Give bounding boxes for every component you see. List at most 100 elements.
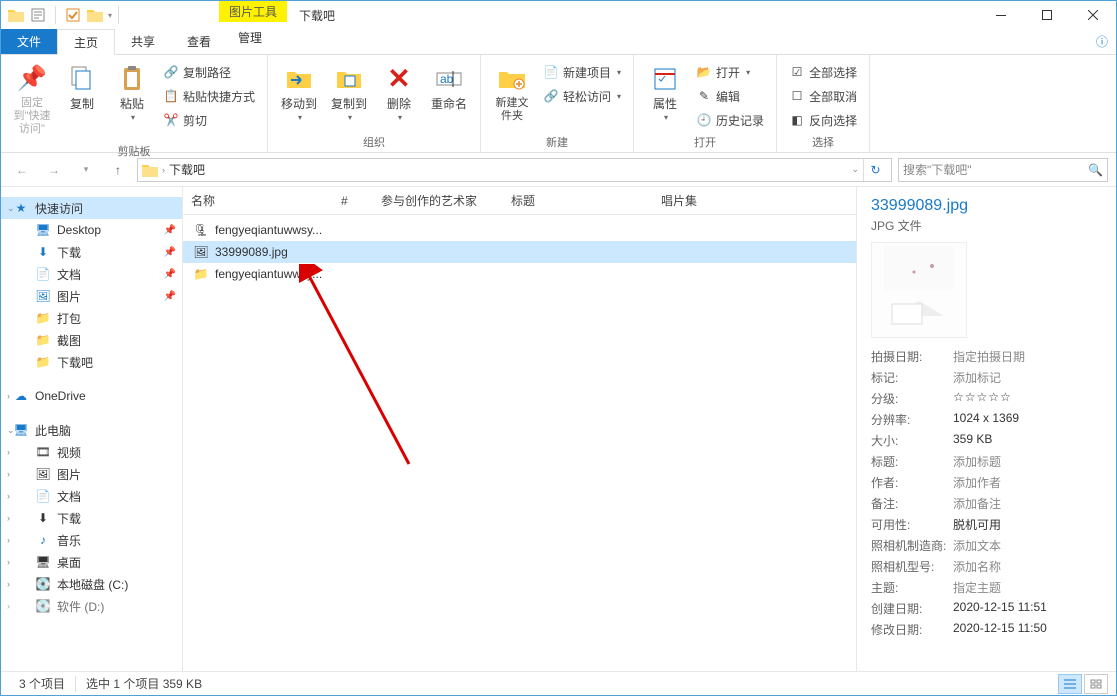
nav-up-button[interactable]: ↑ <box>105 157 131 183</box>
refresh-button[interactable]: ↻ <box>863 159 887 181</box>
tab-file[interactable]: 文件 <box>1 29 57 54</box>
property-value[interactable]: 指定拍摄日期 <box>953 348 1025 365</box>
col-title[interactable]: 标题 <box>503 187 653 214</box>
nav-soft-d[interactable]: ›💽软件 (D:) <box>1 595 182 617</box>
property-value[interactable]: 添加备注 <box>953 495 1001 512</box>
nav-music[interactable]: ›♪音乐 <box>1 529 182 551</box>
new-folder-button[interactable]: 新建文件夹 <box>489 59 535 127</box>
nav-forward-button[interactable]: → <box>41 157 67 183</box>
desktop-icon: 🖥 <box>35 222 51 238</box>
tab-share[interactable]: 共享 <box>115 29 171 54</box>
delete-button[interactable]: ✕ 删除▾ <box>376 59 422 127</box>
address-history-dropdown[interactable]: ⌄ <box>851 164 859 175</box>
paste-shortcut-button[interactable]: 📋粘贴快捷方式 <box>159 85 259 107</box>
edit-button[interactable]: ✎编辑 <box>692 85 768 107</box>
maximize-button[interactable] <box>1024 1 1070 29</box>
music-icon: ♪ <box>35 532 51 548</box>
details-property-row: 标题:添加标题 <box>871 453 1102 470</box>
select-none-button[interactable]: ☐全部取消 <box>785 85 861 107</box>
nav-documents[interactable]: 📄文档📌 <box>1 263 182 285</box>
nav-pictures[interactable]: 🖼图片📌 <box>1 285 182 307</box>
nav-back-button[interactable]: ← <box>9 157 35 183</box>
nav-pictures2[interactable]: ›🖼图片 <box>1 463 182 485</box>
select-all-button[interactable]: ☑全部选择 <box>785 61 861 83</box>
breadcrumb-item[interactable]: 下载吧 <box>169 161 205 178</box>
ribbon-tabs: 文件 主页 共享 查看 管理 ⓘ <box>1 29 1116 55</box>
nav-xiazaiba[interactable]: 📁下载吧 <box>1 351 182 373</box>
nav-downloads[interactable]: ⬇下载📌 <box>1 241 182 263</box>
col-album[interactable]: 唱片集 <box>653 187 793 214</box>
col-artist[interactable]: 参与创作的艺术家 <box>373 187 503 214</box>
tab-home[interactable]: 主页 <box>57 29 115 55</box>
tab-manage[interactable]: 管理 <box>219 29 281 46</box>
nav-dabao[interactable]: 📁打包 <box>1 307 182 329</box>
nav-jietu[interactable]: 📁截图 <box>1 329 182 351</box>
onedrive-icon: ☁ <box>13 388 29 404</box>
view-large-icons-button[interactable] <box>1084 674 1108 694</box>
qat-new-folder[interactable] <box>86 6 104 24</box>
pin-quick-access-button[interactable]: 📌 固定到"快速访问" <box>9 59 55 141</box>
col-number[interactable]: # <box>333 187 373 214</box>
nav-documents2[interactable]: ›📄文档 <box>1 485 182 507</box>
nav-this-pc[interactable]: ⌄🖥此电脑 <box>1 419 182 441</box>
details-property-row: 分级:☆☆☆☆☆ <box>871 390 1102 407</box>
nav-downloads2[interactable]: ›⬇下载 <box>1 507 182 529</box>
easy-access-button[interactable]: 🔗轻松访问▾ <box>539 85 625 107</box>
view-details-button[interactable] <box>1058 674 1082 694</box>
property-value[interactable]: 添加标题 <box>953 453 1001 470</box>
list-item[interactable]: 📁 fengyeqiantuwwsy... <box>183 263 856 285</box>
rename-button[interactable]: ab 重命名 <box>426 59 472 115</box>
ribbon-group-select: ☑全部选择 ☐全部取消 ◧反向选择 选择 <box>777 55 870 152</box>
open-button[interactable]: 📂打开▾ <box>692 61 768 83</box>
minimize-button[interactable] <box>978 1 1024 29</box>
paste-button[interactable]: 粘贴 ▾ <box>109 59 155 127</box>
copy-path-button[interactable]: 🔗复制路径 <box>159 61 259 83</box>
document-icon: 📄 <box>35 266 51 282</box>
nav-videos[interactable]: ›🎞视频 <box>1 441 182 463</box>
navigation-pane[interactable]: ⌄★快速访问 🖥Desktop📌 ⬇下载📌 📄文档📌 🖼图片📌 📁打包 📁截图 … <box>1 187 183 671</box>
details-property-row: 照相机制造商:添加文本 <box>871 537 1102 554</box>
property-label: 标记: <box>871 369 953 386</box>
move-to-button[interactable]: 移动到▾ <box>276 59 322 127</box>
search-icon[interactable]: 🔍 <box>1088 163 1103 177</box>
properties-button[interactable]: 属性▾ <box>642 59 688 127</box>
close-button[interactable] <box>1070 1 1116 29</box>
copy-button[interactable]: 复制 <box>59 59 105 115</box>
nav-desktop[interactable]: 🖥Desktop📌 <box>1 219 182 241</box>
property-value[interactable]: 添加文本 <box>953 537 1001 554</box>
qat-properties[interactable] <box>27 4 49 26</box>
details-filetype: JPG 文件 <box>871 217 1102 234</box>
list-item[interactable]: 🖼 33999089.jpg <box>183 241 856 263</box>
qat-checkbox[interactable] <box>62 4 84 26</box>
address-bar[interactable]: › 下载吧 ⌄ ↻ <box>137 158 892 182</box>
search-placeholder: 搜索"下载吧" <box>903 161 972 178</box>
address-bar-row: ← → ▾ ↑ › 下载吧 ⌄ ↻ 搜索"下载吧" 🔍 <box>1 153 1116 187</box>
titlebar: ▾ 图片工具 下载吧 <box>1 1 1116 29</box>
pc-icon: 🖥 <box>13 422 29 438</box>
copy-to-button[interactable]: 复制到▾ <box>326 59 372 127</box>
nav-desktop2[interactable]: ›🖥桌面 <box>1 551 182 573</box>
nav-local-c[interactable]: ›💽本地磁盘 (C:) <box>1 573 182 595</box>
property-label: 可用性: <box>871 516 953 533</box>
new-item-button[interactable]: 📄新建项目▾ <box>539 61 625 83</box>
property-value[interactable]: 添加标记 <box>953 369 1001 386</box>
list-item[interactable]: 🗜 fengyeqiantuwwsy... <box>183 219 856 241</box>
property-value[interactable]: 指定主题 <box>953 579 1001 596</box>
folder-icon: 📁 <box>35 354 51 370</box>
nav-onedrive[interactable]: ›☁OneDrive <box>1 385 182 407</box>
nav-quick-access[interactable]: ⌄★快速访问 <box>1 197 182 219</box>
history-button[interactable]: 🕘历史记录 <box>692 109 768 131</box>
zip-file-icon: 🗜 <box>193 222 209 238</box>
property-value[interactable]: 添加名称 <box>953 558 1001 575</box>
property-label: 修改日期: <box>871 621 953 638</box>
file-list[interactable]: 🗜 fengyeqiantuwwsy... 🖼 33999089.jpg 📁 f… <box>183 215 856 671</box>
help-button[interactable]: ⓘ <box>1096 33 1108 50</box>
qat-overflow[interactable]: ▾ <box>108 11 112 20</box>
col-name[interactable]: 名称 <box>183 187 333 214</box>
nav-recent-button[interactable]: ▾ <box>73 157 99 183</box>
property-value[interactable]: 添加作者 <box>953 474 1001 491</box>
search-input[interactable]: 搜索"下载吧" 🔍 <box>898 158 1108 182</box>
crumb-chevron-icon[interactable]: › <box>162 165 165 175</box>
invert-select-button[interactable]: ◧反向选择 <box>785 109 861 131</box>
cut-button[interactable]: ✂️剪切 <box>159 109 259 131</box>
